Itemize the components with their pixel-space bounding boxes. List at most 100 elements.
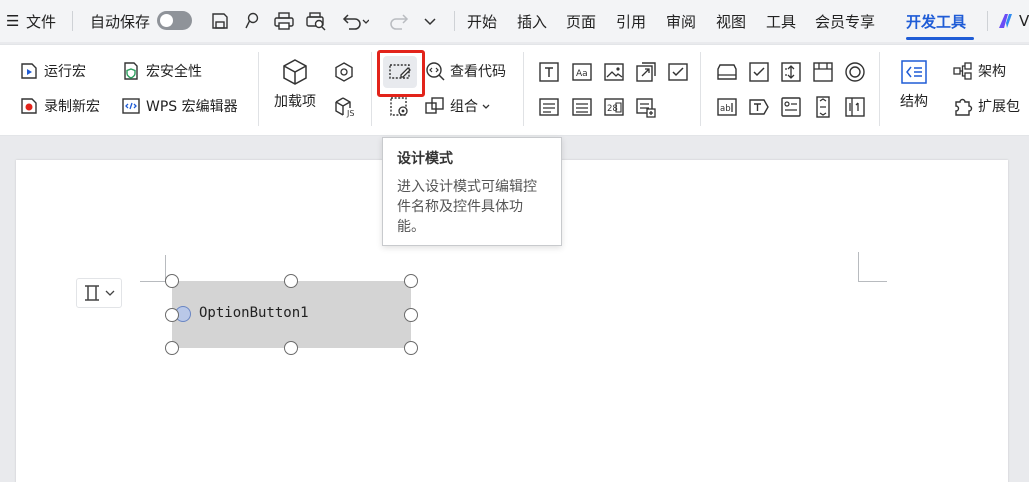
layout-options-button[interactable] xyxy=(76,278,122,308)
layout-options-icon xyxy=(85,285,99,301)
structure-label: 结构 xyxy=(900,94,928,110)
print-icon[interactable] xyxy=(273,0,295,42)
command-button-icon[interactable] xyxy=(715,60,739,84)
code-editor-icon xyxy=(122,98,140,114)
shield-icon xyxy=(124,62,138,80)
run-macro-button[interactable]: 运行宏 xyxy=(18,60,86,82)
picture-control-icon[interactable] xyxy=(602,60,626,84)
ribbon xyxy=(0,44,1029,136)
list-box-control-icon[interactable] xyxy=(843,95,867,119)
chevron-down-icon xyxy=(105,290,115,296)
divider xyxy=(371,52,372,126)
group-label: 组合 xyxy=(450,99,478,115)
macro-security-label: 宏安全性 xyxy=(146,64,202,80)
resize-handle-bottom-left[interactable] xyxy=(165,341,179,355)
file-menu[interactable]: 文件 xyxy=(26,0,56,42)
tab-review[interactable]: 审阅 xyxy=(666,0,696,42)
resize-handle-bottom-right[interactable] xyxy=(404,341,418,355)
design-mode-tooltip: 设计模式 进入设计模式可编辑控件名称及控件具体功能。 xyxy=(382,137,562,246)
divider xyxy=(987,11,988,31)
addins-label: 加载项 xyxy=(274,94,316,110)
autosave-label: 自动保存 xyxy=(90,12,151,31)
activex-textbox-icon[interactable]: ab xyxy=(715,95,739,119)
activex-checkbox-icon[interactable] xyxy=(747,60,771,84)
resize-handle-left[interactable] xyxy=(165,308,179,322)
wps-macro-editor-label: WPS 宏编辑器 xyxy=(146,99,238,115)
wps-ai-icon[interactable] xyxy=(997,0,1015,42)
scroll-bar-control-icon[interactable] xyxy=(811,95,835,119)
print-preview-icon[interactable] xyxy=(305,0,327,42)
tab-developer-tools[interactable]: 开发工具 xyxy=(906,0,966,42)
active-tab-indicator xyxy=(906,37,974,40)
share-icon[interactable] xyxy=(242,0,262,42)
redo-icon[interactable] xyxy=(390,0,410,42)
checkbox-control-icon[interactable] xyxy=(666,60,690,84)
js-addin-icon[interactable]: JS xyxy=(332,95,356,119)
divider xyxy=(879,52,880,126)
frame-control-icon[interactable] xyxy=(811,60,835,84)
save-icon[interactable] xyxy=(210,0,230,42)
divider xyxy=(523,52,524,126)
macro-security-button[interactable]: 宏安全性 xyxy=(120,60,202,82)
resize-handle-right[interactable] xyxy=(404,308,418,322)
cube-icon xyxy=(283,59,307,85)
resize-handle-top-right[interactable] xyxy=(404,274,418,288)
tab-view[interactable]: 视图 xyxy=(716,0,746,42)
undo-icon[interactable] xyxy=(341,0,369,42)
tab-tools[interactable]: 工具 xyxy=(766,0,796,42)
divider xyxy=(700,52,701,126)
divider xyxy=(258,52,259,126)
resize-handle-top-left[interactable] xyxy=(165,274,179,288)
resize-handle-top[interactable] xyxy=(284,274,298,288)
building-block-control-icon[interactable] xyxy=(634,60,658,84)
tab-page[interactable]: 页面 xyxy=(566,0,596,42)
structure-button[interactable]: 结构 xyxy=(899,57,929,111)
control-properties-icon[interactable] xyxy=(388,95,412,119)
view-code-icon xyxy=(426,62,445,81)
tooltip-description: 进入设计模式可编辑控件名称及控件具体功能。 xyxy=(397,179,537,235)
chevron-down-icon xyxy=(482,104,490,109)
spin-button-icon[interactable] xyxy=(779,60,803,84)
option-button-control[interactable]: OptionButton1 xyxy=(172,281,411,348)
option-button-control-icon[interactable] xyxy=(843,60,867,84)
label-control-icon[interactable] xyxy=(747,95,771,119)
tooltip-title: 设计模式 xyxy=(397,151,453,167)
date-picker-control-icon[interactable]: 28 xyxy=(602,95,626,119)
group-icon xyxy=(425,97,444,114)
plain-text-control-icon[interactable] xyxy=(537,60,561,84)
svg-text:Aa: Aa xyxy=(576,69,588,79)
com-addin-icon[interactable] xyxy=(332,60,356,84)
puzzle-icon xyxy=(955,98,973,116)
design-mode-highlight-box xyxy=(377,50,425,97)
toggle-button-icon[interactable] xyxy=(779,95,803,119)
expansion-pack-label: 扩展包 xyxy=(978,99,1020,115)
tab-home[interactable]: 开始 xyxy=(467,0,497,42)
rich-text-control-icon[interactable]: Aa xyxy=(570,60,594,84)
tab-member[interactable]: 会员专享 xyxy=(815,0,875,42)
chevron-down-icon[interactable] xyxy=(422,0,438,42)
tab-references[interactable]: 引用 xyxy=(616,0,646,42)
menu-bar: ☰ 文件 自动保存 开始 插入 页面 引用 审阅 视图 工具 会员专享 开发工具… xyxy=(0,0,1029,42)
margin-crop-mark xyxy=(140,281,166,282)
resize-handle-bottom[interactable] xyxy=(284,341,298,355)
group-button[interactable]: 组合 xyxy=(424,95,492,117)
dropdown-list-control-icon[interactable] xyxy=(570,95,594,119)
wps-macro-editor-button[interactable]: WPS 宏编辑器 xyxy=(120,95,238,117)
view-code-button[interactable]: 查看代码 xyxy=(424,60,506,82)
schema-button[interactable]: 架构 xyxy=(952,60,1006,82)
autosave-toggle[interactable] xyxy=(157,11,192,30)
tab-insert[interactable]: 插入 xyxy=(517,0,547,42)
run-macro-icon xyxy=(21,63,37,79)
expansion-pack-button[interactable]: 扩展包 xyxy=(952,95,1020,117)
schema-icon xyxy=(953,62,972,80)
tab-ai-cut-off[interactable]: V xyxy=(1019,0,1029,42)
svg-text:JS: JS xyxy=(346,109,354,118)
margin-crop-mark xyxy=(858,252,859,281)
addins-button[interactable]: 加载项 xyxy=(274,57,316,111)
hamburger-menu-icon[interactable]: ☰ xyxy=(6,0,19,42)
record-macro-button[interactable]: 录制新宏 xyxy=(18,95,100,117)
margin-crop-mark xyxy=(858,281,887,282)
repeating-section-control-icon[interactable] xyxy=(634,95,658,119)
combo-box-control-icon[interactable] xyxy=(537,95,561,119)
record-macro-label: 录制新宏 xyxy=(44,99,100,115)
